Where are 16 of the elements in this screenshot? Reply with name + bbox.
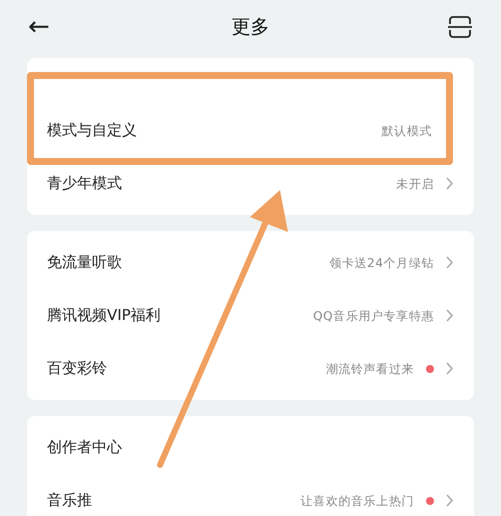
setting-value: 未开启 xyxy=(396,176,434,192)
setting-value: QQ音乐用户专享特惠 xyxy=(313,308,434,324)
setting-label: 创作者中心 xyxy=(47,437,122,458)
setting-label: 模式与自定义 xyxy=(47,120,137,142)
page-title: 更多 xyxy=(232,14,270,40)
setting-label: 腾讯视频VIP福利 xyxy=(47,305,161,326)
setting-value: 让喜欢的音乐上热门 xyxy=(300,492,414,510)
setting-label: 免流量听歌 xyxy=(47,252,122,274)
setting-value: 潮流铃声看过来 xyxy=(326,360,414,378)
setting-label: 百变彩铃 xyxy=(47,358,107,380)
setting-label: 青少年模式 xyxy=(47,173,122,194)
setting-value: 领卡送24个月绿钻 xyxy=(329,254,434,272)
setting-label: 音乐推 xyxy=(47,490,92,512)
scan-icon[interactable] xyxy=(447,15,473,39)
back-button[interactable]: ← xyxy=(28,14,50,40)
setting-value: 默认模式 xyxy=(382,122,432,140)
